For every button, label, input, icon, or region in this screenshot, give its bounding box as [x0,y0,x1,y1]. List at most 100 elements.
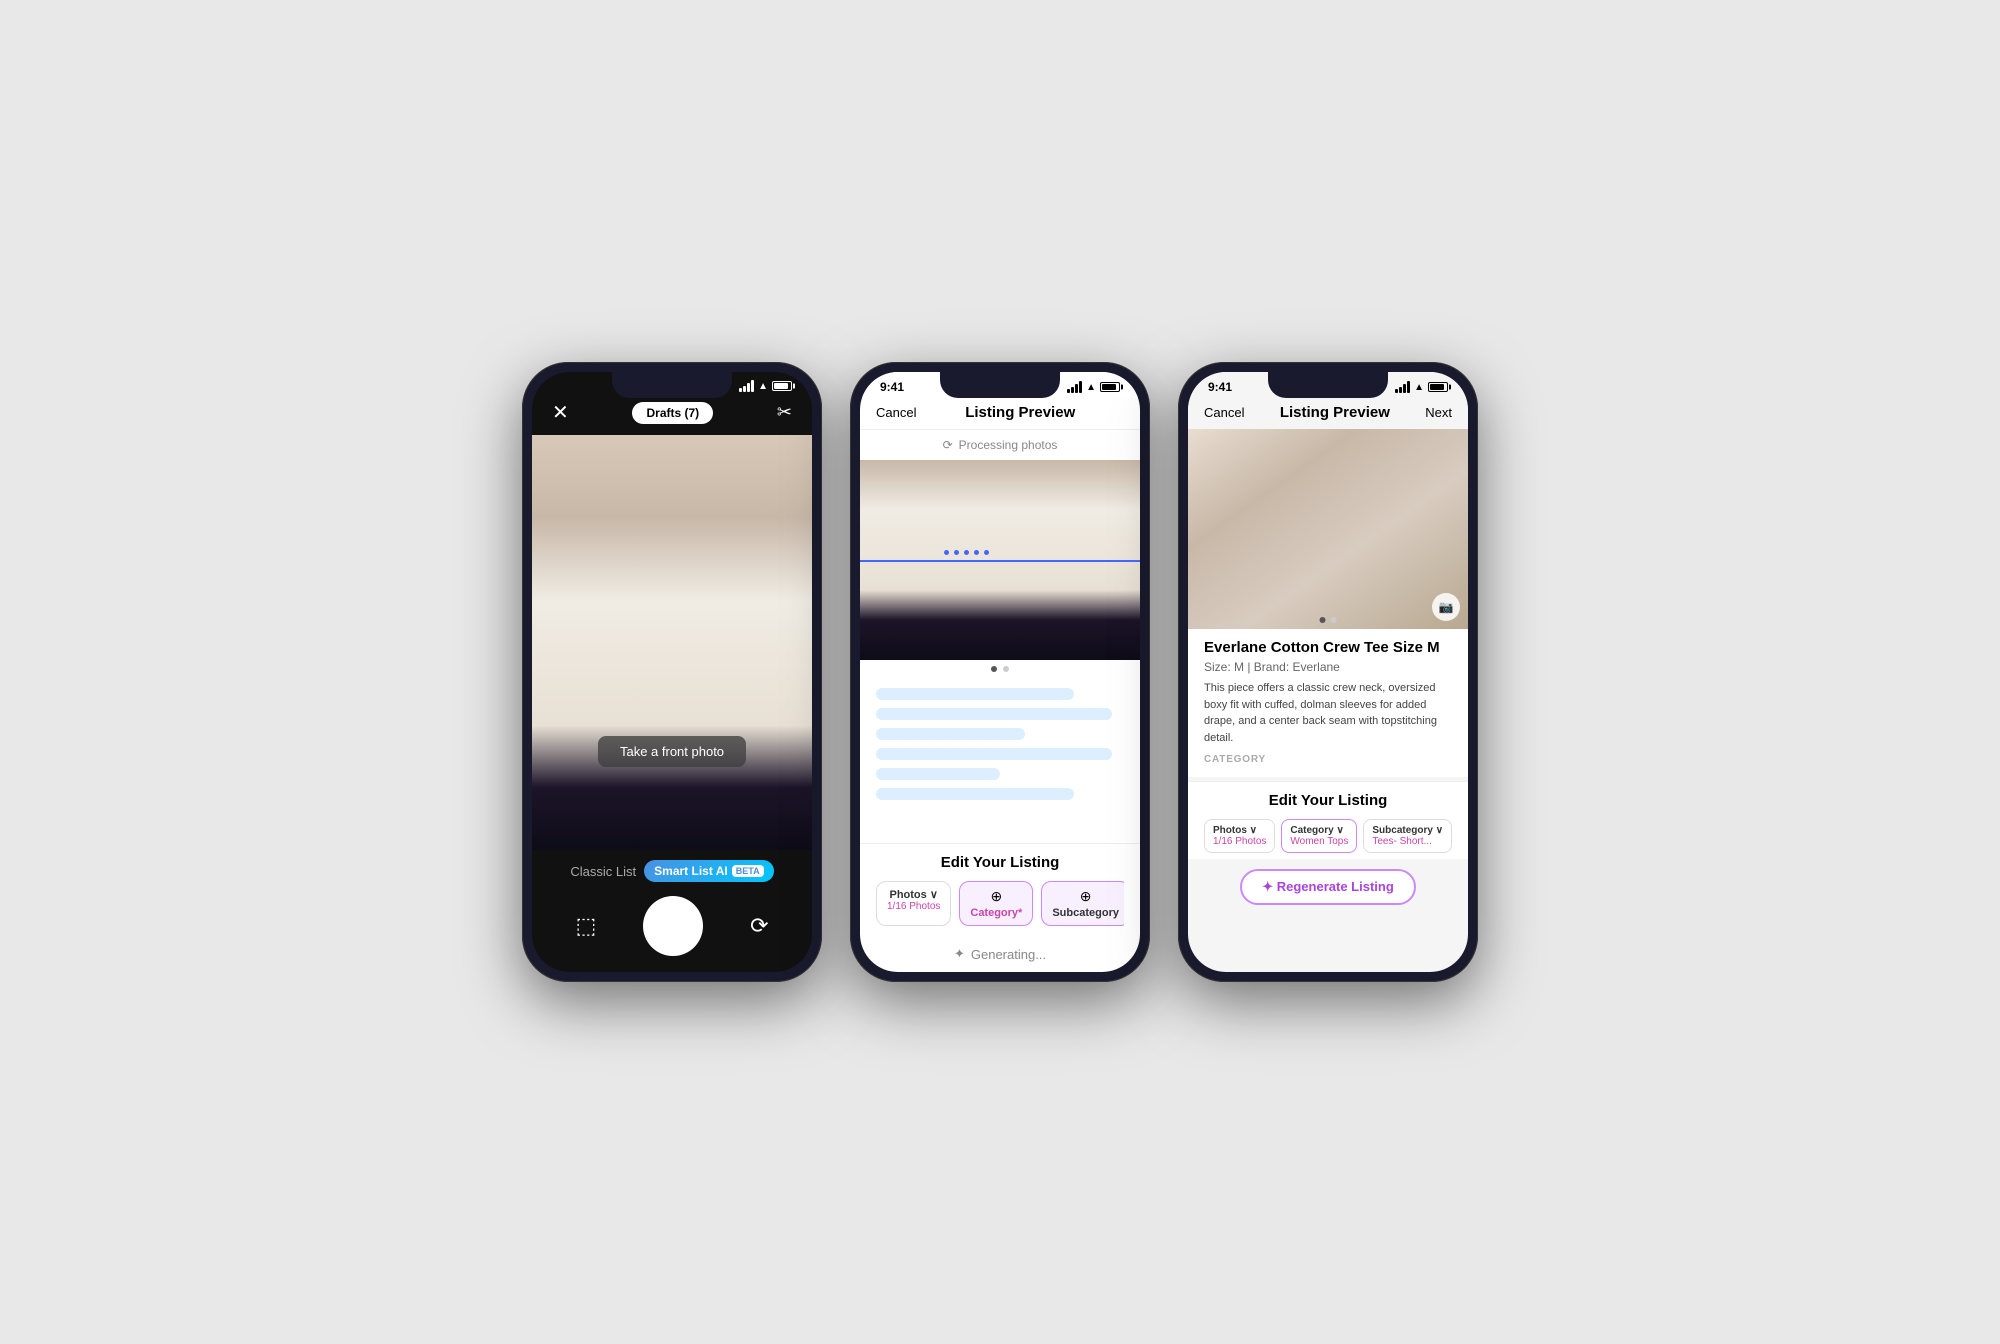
signal-bar [1075,384,1078,393]
signal-bars-1 [739,380,754,392]
regenerate-button-wrap: ✦ Regenerate Listing [1188,859,1468,915]
signal-bar [743,386,746,392]
image-dot-1 [1320,617,1326,623]
scan-dot [974,550,979,555]
subcategory-tab3-label: Subcategory ∨ [1372,825,1443,836]
regenerate-button[interactable]: ✦ Regenerate Listing [1240,869,1416,905]
signal-bar [747,383,750,392]
scan-line [860,560,1140,562]
subcategory-tab-3[interactable]: Subcategory ∨ Tees- Short... [1363,819,1452,853]
signal-bar [1403,384,1406,393]
listing-title: Everlane Cotton Crew Tee Size M [1204,639,1452,656]
beta-tag: BETA [732,865,764,877]
signal-bar [1407,381,1410,393]
scan-dots [944,550,989,555]
cancel-button-3[interactable]: Cancel [1204,405,1244,420]
photos-tab3-value: 1/16 Photos [1213,836,1266,847]
shutter-inner [650,903,696,949]
skeleton-line [876,708,1112,720]
listing-done-screen: 9:41 ▲ Can [1188,372,1468,972]
generating-bar: ✦ Generating... [860,936,1140,972]
category-tab-3[interactable]: Category ∨ Women Tops [1281,819,1357,853]
signal-bars-3 [1395,381,1410,393]
edit-listing-title-3: Edit Your Listing [1204,792,1452,809]
image-preview-area [860,460,1140,660]
smart-list-badge[interactable]: Smart List AI BETA [644,860,773,882]
skeleton-line [876,748,1112,760]
subcategory-tab3-value: Tees- Short... [1372,836,1443,847]
page-dots-2 [860,660,1140,678]
wifi-icon-1: ▲ [758,381,768,392]
listing-preview-title-3: Listing Preview [1280,404,1390,421]
subcategory-tab-2[interactable]: ⊕ Subcategory [1041,881,1124,926]
camera-photo [532,435,812,850]
signal-bar [1395,389,1398,393]
camera-top-bar: ✕ Drafts (7) ✂ [532,396,812,435]
notch-1 [612,372,732,398]
photos-tab-value: 1/16 Photos [887,901,940,912]
phones-container: ▲ ✕ Drafts (7) ✂ Take a front photo [522,362,1478,982]
subcategory-tab-label: Subcategory [1052,907,1119,919]
listing-description: This piece offers a classic crew neck, o… [1204,680,1452,746]
camera-viewfinder: Take a front photo [532,435,812,850]
page-dot [1003,666,1009,672]
listing-info: Everlane Cotton Crew Tee Size M Size: M … [1188,629,1468,777]
listing-meta: Size: M | Brand: Everlane [1204,660,1452,674]
notch-2 [940,372,1060,398]
scan-dot [964,550,969,555]
product-image [1188,429,1468,629]
scan-dot [984,550,989,555]
listing-type-toggle: Classic List Smart List AI BETA [552,860,792,882]
battery-icon-1 [772,381,792,391]
skeleton-line [876,788,1074,800]
drafts-badge[interactable]: Drafts (7) [632,402,713,424]
processing-bar: ⟳ Processing photos [860,430,1140,460]
scissors-button[interactable]: ✂ [777,402,792,423]
skeleton-line [876,728,1025,740]
take-photo-label: Take a front photo [598,736,746,767]
camera-corner-button[interactable]: 📷 [1432,593,1460,621]
phone-3: 9:41 ▲ Can [1178,362,1478,982]
classic-list-label[interactable]: Classic List [570,864,636,879]
edit-tabs-3: Photos ∨ 1/16 Photos Category ∨ Women To… [1204,819,1452,853]
signal-bar [1079,381,1082,393]
flip-camera-button[interactable]: ⟳ [750,913,768,939]
generating-label: Generating... [971,947,1046,962]
edit-listing-section-2: Edit Your Listing Photos ∨ 1/16 Photos ⊕… [860,843,1140,936]
photos-tab3-label: Photos ∨ [1213,825,1266,836]
photos-tab-2[interactable]: Photos ∨ 1/16 Photos [876,881,951,926]
notch-3 [1268,372,1388,398]
phone-1: ▲ ✕ Drafts (7) ✂ Take a front photo [522,362,822,982]
status-time-3: 9:41 [1208,380,1232,394]
wifi-icon-3: ▲ [1414,382,1424,393]
scan-dot [954,550,959,555]
battery-icon-2 [1100,382,1120,392]
gallery-button[interactable]: ⬚ [575,913,596,939]
smart-list-label: Smart List AI [654,864,728,878]
signal-bars-2 [1067,381,1082,393]
camera-controls: ⬚ ⟳ [552,896,792,956]
nav-bar-3: Cancel Listing Preview Next [1188,398,1468,429]
status-icons-1: ▲ [739,380,792,392]
sparkle-icon: ✦ [954,946,965,962]
photos-tab-3[interactable]: Photos ∨ 1/16 Photos [1204,819,1275,853]
wifi-icon-2: ▲ [1086,382,1096,393]
status-time-2: 9:41 [880,380,904,394]
category-tab3-value: Women Tops [1290,836,1348,847]
category-tab-2[interactable]: ⊕ Category* [959,881,1033,926]
next-button-3[interactable]: Next [1425,405,1452,420]
battery-icon-3 [1428,382,1448,392]
cancel-button-2[interactable]: Cancel [876,405,916,420]
skeleton-line [876,768,1000,780]
camera-screen: ▲ ✕ Drafts (7) ✂ Take a front photo [532,372,812,972]
processing-label: Processing photos [959,438,1058,452]
listing-preview-title-2: Listing Preview [965,404,1075,421]
close-button[interactable]: ✕ [552,400,569,425]
signal-bar [1071,387,1074,393]
page-dot-active [991,666,997,672]
signal-bar [1067,389,1070,393]
signal-bar [1399,387,1402,393]
category-label: CATEGORY [1204,754,1452,765]
camera-bottom: Classic List Smart List AI BETA ⬚ ⟳ [532,850,812,972]
shutter-button[interactable] [643,896,703,956]
